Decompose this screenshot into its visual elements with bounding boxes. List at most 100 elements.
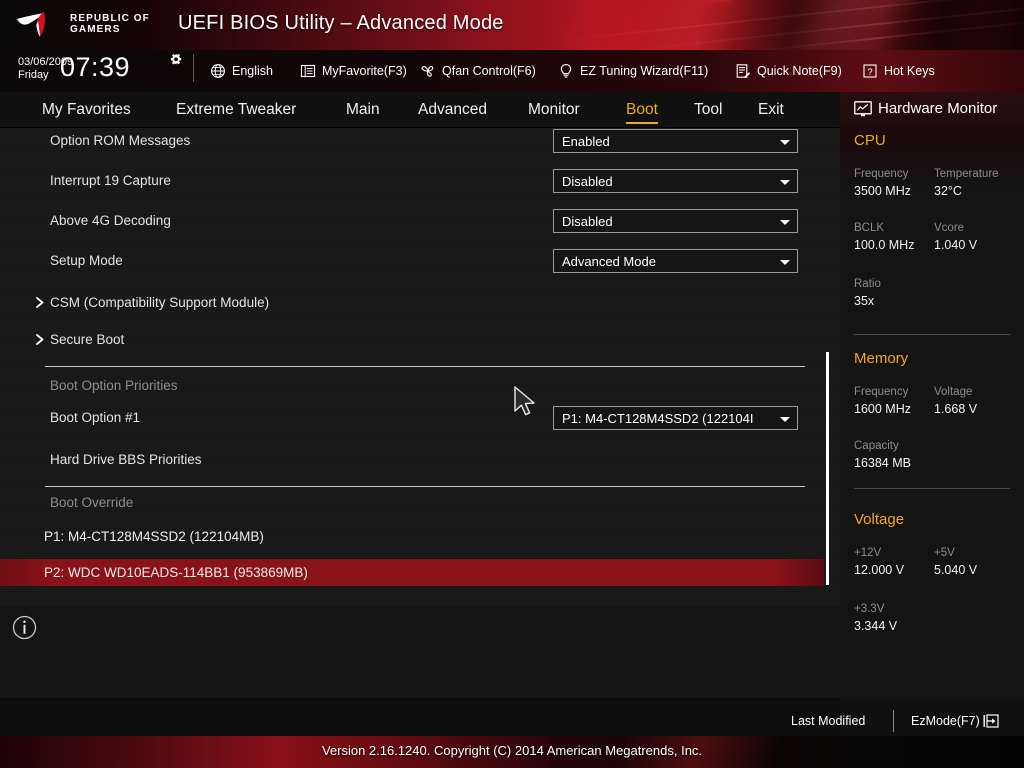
submenu-hard-drive-bbs-priorities[interactable]: Hard Drive BBS Priorities (50, 452, 202, 467)
last-modified-button[interactable]: Last Modified (791, 714, 865, 728)
monitor-chart-icon (854, 100, 872, 116)
rog-logo-icon (17, 12, 45, 37)
section-divider-boot-override (45, 486, 805, 487)
setting-dropdown-interrupt-19-capture[interactable]: Disabled (553, 169, 798, 193)
hw-value-12v: 12.000 V (854, 563, 905, 577)
toolbar-item-language[interactable]: English (210, 58, 273, 84)
hardware-monitor-panel: Hardware Monitor CPU Frequency 3500 MHz … (840, 92, 1024, 700)
page-title: UEFI BIOS Utility – Advanced Mode (178, 12, 504, 34)
hw-value-bclk: 100.0 MHz (854, 238, 915, 252)
tab-main[interactable]: Main (346, 94, 380, 125)
toolbar-label-quick-note: Quick Note(F9) (757, 64, 842, 78)
hw-divider-1 (854, 334, 1010, 335)
tab-my-favorites[interactable]: My Favorites (42, 94, 131, 125)
hw-value-vcore: 1.040 V (934, 238, 978, 252)
toolbar-item-quick-note[interactable]: Quick Note(F9) (735, 58, 842, 84)
section-divider-boot-priorities (45, 366, 805, 367)
setting-label-option-rom-messages: Option ROM Messages (50, 133, 191, 148)
hw-key-vcore: Vcore (934, 222, 965, 234)
tab-label: Advanced (418, 100, 487, 118)
rog-line-2: GAMERS (70, 24, 121, 35)
chevron-right-icon (36, 297, 44, 308)
dropdown-value: Advanced Mode (562, 253, 656, 269)
content-scrollbar-thumb[interactable] (826, 352, 829, 585)
bios-screen: REPUBLIC OF GAMERS UEFI BIOS Utility – A… (0, 0, 1024, 768)
hw-key-3-3v: +3.3V (854, 603, 885, 615)
setting-label-setup-mode: Setup Mode (50, 253, 123, 268)
dropdown-value: Disabled (562, 173, 613, 189)
tab-label: Extreme Tweaker (176, 100, 297, 118)
boot-override-label: P2: WDC WD10EADS-114BB1 (953869MB) (44, 565, 308, 580)
submenu-csm[interactable]: CSM (Compatibility Support Module) (50, 295, 269, 310)
toolbar-item-hot-keys[interactable]: ? Hot Keys (862, 58, 935, 84)
boot-override-label: P1: M4-CT128M4SSD2 (122104MB) (44, 529, 264, 544)
toolbar-item-qfan[interactable]: Qfan Control(F6) (420, 58, 536, 84)
tab-tool[interactable]: Tool (694, 94, 722, 125)
toolbar-item-myfavorite[interactable]: MyFavorite(F3) (300, 58, 407, 84)
setting-dropdown-setup-mode[interactable]: Advanced Mode (553, 249, 798, 273)
setting-label-boot-option-1: Boot Option #1 (50, 410, 141, 425)
boot-override-item-p2[interactable]: P2: WDC WD10EADS-114BB1 (953869MB) (0, 559, 824, 586)
toolbar-label-qfan: Qfan Control(F6) (442, 64, 536, 78)
toolbar-label-language: English (232, 64, 273, 78)
hw-value-3-3v: 3.344 V (854, 619, 898, 633)
setting-dropdown-boot-option-1[interactable]: P1: M4-CT128M4SSD2 (122104I (553, 406, 798, 430)
hw-key-cpu-frequency: Frequency (854, 168, 909, 180)
setting-label-interrupt-19-capture: Interrupt 19 Capture (50, 173, 171, 188)
rog-line-1: REPUBLIC OF (70, 13, 150, 24)
rog-wordmark: REPUBLIC OF GAMERS (70, 13, 150, 35)
tab-label: Tool (694, 100, 723, 118)
tab-advanced[interactable]: Advanced (418, 94, 487, 125)
footer-bar (0, 700, 840, 736)
hw-value-cpu-temperature: 32°C (934, 184, 962, 198)
hw-value-memory-frequency: 1600 MHz (854, 402, 911, 416)
hw-value-5v: 5.040 V (934, 563, 978, 577)
section-header-boot-override: Boot Override (50, 495, 134, 510)
setting-dropdown-option-rom-messages[interactable]: Enabled (553, 129, 798, 153)
dropdown-value: P1: M4-CT128M4SSD2 (122104I (562, 410, 754, 426)
hw-key-5v: +5V (934, 547, 955, 559)
tab-active-underline (626, 122, 658, 124)
hardware-monitor-title-label: Hardware Monitor (878, 100, 998, 117)
dropdown-value: Disabled (562, 213, 613, 229)
dropdown-value: Enabled (562, 133, 610, 149)
note-icon (736, 64, 751, 78)
submenu-secure-boot[interactable]: Secure Boot (50, 332, 124, 347)
hw-key-12v: +12V (854, 547, 882, 559)
footer-divider (893, 710, 894, 732)
tab-boot[interactable]: Boot (626, 94, 658, 125)
ez-mode-button[interactable]: EzMode(F7) (911, 714, 999, 728)
chevron-down-icon (775, 407, 797, 429)
tab-label: My Favorites (42, 100, 131, 118)
chevron-down-icon (775, 130, 797, 152)
chevron-right-icon (36, 334, 44, 345)
tab-label: Exit (758, 100, 784, 118)
section-header-boot-option-priorities: Boot Option Priorities (50, 378, 178, 393)
hw-section-voltage-title: Voltage (854, 511, 905, 528)
chevron-down-icon (775, 170, 797, 192)
gear-icon[interactable] (168, 53, 184, 69)
hardware-monitor-title: Hardware Monitor (854, 100, 997, 117)
header-banner: REPUBLIC OF GAMERS UEFI BIOS Utility – A… (0, 0, 1024, 50)
question-icon: ? (863, 64, 877, 78)
list-icon (300, 64, 316, 78)
version-text: Version 2.16.1240. Copyright (C) 2014 Am… (321, 743, 703, 758)
tab-exit[interactable]: Exit (758, 94, 784, 125)
info-icon[interactable] (12, 615, 37, 640)
hw-key-memory-capacity: Capacity (854, 440, 899, 452)
tab-label: Monitor (528, 100, 580, 118)
setting-dropdown-above-4g-decoding[interactable]: Disabled (553, 209, 798, 233)
hw-key-memory-frequency: Frequency (854, 386, 909, 398)
hw-key-memory-voltage: Voltage (934, 386, 973, 398)
chevron-down-icon (775, 210, 797, 232)
hw-value-cpu-frequency: 3500 MHz (854, 184, 911, 198)
toolbar-label-ez-tuning: EZ Tuning Wizard(F11) (580, 64, 709, 78)
svg-text:?: ? (867, 67, 872, 78)
boot-override-item-p1[interactable]: P1: M4-CT128M4SSD2 (122104MB) (0, 523, 824, 550)
tab-monitor[interactable]: Monitor (528, 94, 580, 125)
fan-icon (421, 65, 434, 77)
settings-panel: Option ROM Messages Enabled Interrupt 19… (0, 128, 840, 606)
tab-extreme-tweaker[interactable]: Extreme Tweaker (176, 94, 296, 125)
toolbar-item-ez-tuning[interactable]: EZ Tuning Wizard(F11) (558, 58, 708, 84)
system-time: 07:39 (60, 52, 131, 82)
